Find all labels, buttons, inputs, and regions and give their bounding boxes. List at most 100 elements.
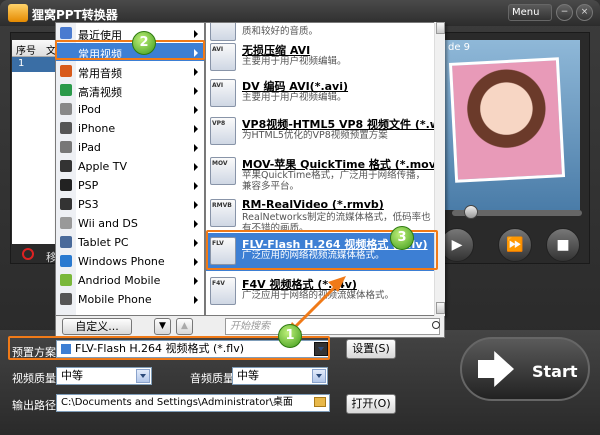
submenu-arrow-icon [194, 68, 198, 76]
menu-item-iphone[interactable]: iPhone [56, 119, 204, 137]
format-description: 主要用于用户视频编辑。 [242, 92, 347, 103]
hd-video-icon [60, 84, 72, 96]
format-item[interactable]: VP8VP8视频-HTML5 VP8 视频文件 (*.webm)为HTML5优化… [206, 113, 444, 151]
appletv-icon [60, 160, 72, 172]
video-file-icon: VP8 [210, 117, 236, 145]
move-down-icon[interactable]: ▼ [154, 318, 171, 335]
highlight-category [55, 40, 205, 60]
audio-quality-label: 音频质量: [190, 372, 238, 385]
submenu-arrow-icon [194, 182, 198, 190]
format-tag: AVI [212, 46, 224, 53]
video-quality-label: 视频质量: [12, 372, 60, 385]
menu-item-label: 高清视频 [78, 86, 122, 99]
submenu-arrow-icon [194, 30, 198, 38]
ipad-icon [60, 141, 72, 153]
wii-icon [60, 217, 72, 229]
menu-item-label: Andriod Mobile [78, 274, 161, 287]
open-button[interactable]: 打开(O) [346, 394, 396, 414]
clock-icon [60, 27, 72, 39]
preview-image [448, 57, 566, 183]
output-path-input[interactable]: C:\Documents and Settings\Administrator\… [56, 394, 330, 412]
menu-item-label: iPod [78, 103, 102, 116]
menu-item-wii[interactable]: Wii and DS [56, 214, 204, 232]
video-file-icon: AVI [210, 79, 236, 107]
video-quality-dropdown-icon[interactable] [136, 369, 150, 383]
tablet-icon [60, 236, 72, 248]
scroll-up-icon[interactable] [436, 22, 445, 34]
format-scrollbar[interactable] [434, 22, 445, 316]
menu-item-ipad[interactable]: iPad [56, 138, 204, 156]
slide-label: de 9 [448, 42, 471, 53]
menu-item-windows-phone[interactable]: Windows Phone [56, 252, 204, 270]
format-description: 苹果QuickTime格式，广泛用于网络传播，兼容多平台。 [242, 170, 426, 192]
menu-item-label: Wii and DS [78, 217, 138, 230]
menu-item-ipod[interactable]: iPod [56, 100, 204, 118]
progress-knob[interactable] [464, 205, 478, 219]
audio-quality-dropdown-icon[interactable] [312, 369, 326, 383]
submenu-arrow-icon [194, 144, 198, 152]
fast-forward-icon[interactable]: ⏩ [498, 228, 532, 262]
windows-phone-icon [60, 255, 72, 267]
format-tag: AVI [212, 82, 224, 89]
submenu-arrow-icon [194, 258, 198, 266]
video-file-icon: F4V [210, 277, 236, 305]
scroll-down-icon[interactable] [436, 302, 445, 314]
customize-button[interactable]: 自定义... [62, 318, 132, 335]
format-title: RM-RealVideo (*.rmvb) [242, 198, 384, 211]
format-item[interactable]: MOV MOV-苹果 QuickTime 格式 (*.mov) 苹果QuickTim… [206, 153, 441, 192]
menu-item-label: Apple TV [78, 160, 128, 173]
submenu-arrow-icon [194, 277, 198, 285]
format-tag: RMVB [212, 202, 232, 209]
menu-item-label: Windows Phone [78, 255, 165, 268]
submenu-arrow-icon [194, 220, 198, 228]
format-item[interactable]: AVI 无损压缩 AVI 主要用于用户视频编辑。 [206, 39, 434, 77]
output-label: 输出路径: [12, 399, 60, 412]
app-logo-icon [8, 4, 28, 22]
mobile-phone-icon [60, 293, 72, 305]
format-tag: F4V [212, 280, 225, 287]
iphone-icon [60, 122, 72, 134]
audio-icon [60, 65, 72, 77]
format-tag: MOV [212, 160, 228, 167]
step-badge-3: 3 [390, 226, 414, 250]
menu-item-appletv[interactable]: Apple TV [56, 157, 204, 175]
format-description: 为HTML5优化的VP8视频预置方案 [242, 130, 388, 141]
menu-item-android[interactable]: Andriod Mobile [56, 271, 204, 289]
menu-button[interactable]: Menu [508, 4, 552, 21]
menu-item-mobile-phone[interactable]: Mobile Phone [56, 290, 204, 308]
app-title: 狸窝PPT转换器 [32, 8, 118, 22]
stop-icon[interactable]: ■ [546, 228, 580, 262]
audio-quality-value: 中等 [237, 369, 259, 382]
submenu-arrow-icon [194, 239, 198, 247]
menu-item-audio[interactable]: 常用音频 [56, 62, 204, 80]
ipod-icon [60, 103, 72, 115]
step-badge-2: 2 [132, 31, 156, 55]
menu-item-label: Mobile Phone [78, 293, 152, 306]
ps3-icon [60, 198, 72, 210]
menu-item-tablet[interactable]: Tablet PC [56, 233, 204, 251]
row-index: 1 [18, 58, 25, 69]
menu-item-label: iPad [78, 141, 101, 154]
audio-quality-select[interactable]: 中等 [232, 367, 328, 385]
minimize-button[interactable]: − [556, 4, 573, 21]
search-icon[interactable] [432, 321, 440, 329]
menu-button-label: Menu [512, 7, 540, 18]
settings-button[interactable]: 设置(S) [346, 339, 396, 359]
format-item[interactable]: AVI DV 编码 AVI(*.avi) 主要用于用户视频编辑。 [206, 75, 434, 113]
menu-item-psp[interactable]: PSP [56, 176, 204, 194]
submenu-arrow-icon [194, 163, 198, 171]
format-tag: VP8 [212, 120, 226, 127]
move-up-icon[interactable]: ▲ [176, 318, 193, 335]
folder-icon[interactable] [314, 397, 326, 407]
submenu-arrow-icon [194, 296, 198, 304]
remove-icon[interactable] [22, 248, 34, 260]
arrow-line [288, 280, 342, 334]
close-button[interactable]: × [576, 4, 593, 21]
menu-item-ps3[interactable]: PS3 [56, 195, 204, 213]
column-header-index[interactable]: 序号 [16, 42, 36, 57]
video-quality-select[interactable]: 中等 [56, 367, 152, 385]
submenu-arrow-icon [194, 87, 198, 95]
submenu-arrow-icon [194, 106, 198, 114]
menu-item-hd-video[interactable]: 高清视频 [56, 81, 204, 99]
play-icon[interactable]: ▶ [440, 228, 474, 262]
